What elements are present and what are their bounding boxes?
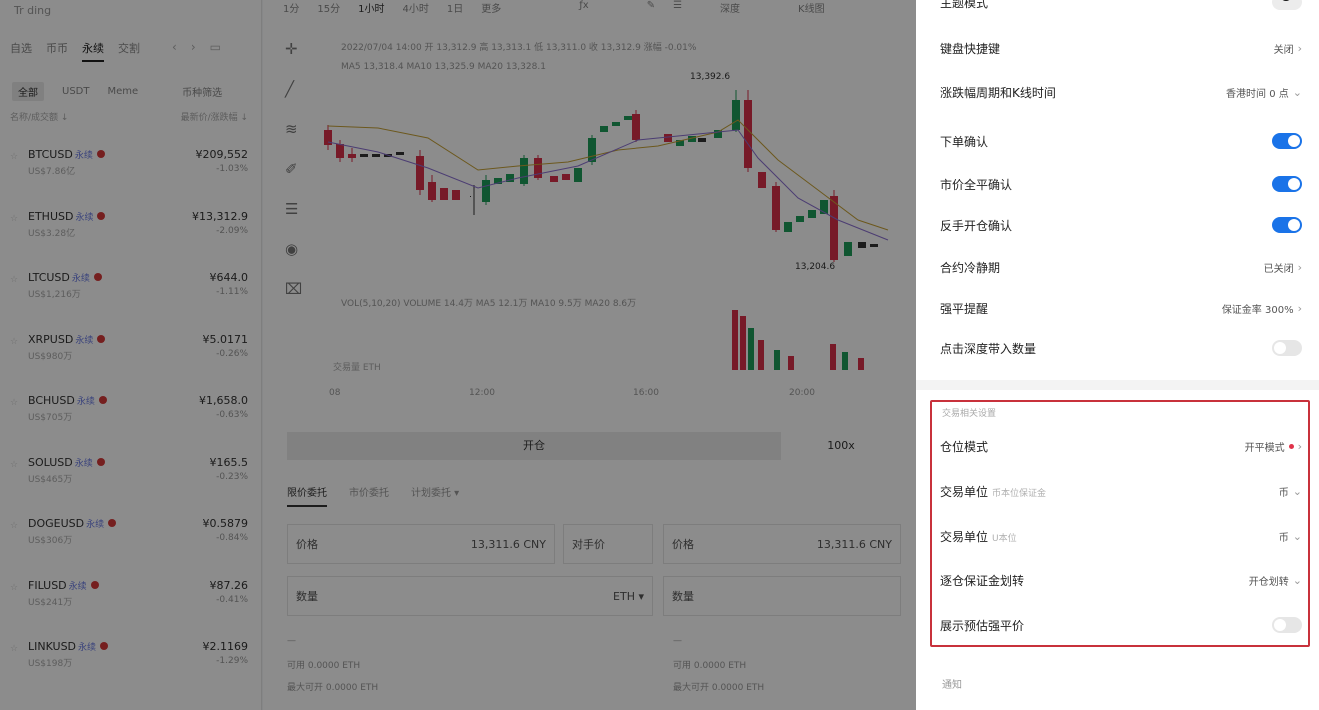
setting-value-text: 香港时间 0 点 <box>1226 88 1289 100</box>
setting-label: 交易单位 <box>940 484 989 499</box>
setting-label-wrap: 交易单位 U本位 <box>940 528 1017 545</box>
setting-label: 强平提醒 <box>940 301 989 316</box>
modal-backdrop[interactable] <box>0 0 916 710</box>
chevron-down-icon: ⌄ <box>1292 529 1302 543</box>
settings-row[interactable]: 合约冷静期 已关闭 › <box>940 247 1302 287</box>
setting-value-text: 保证金率 300% <box>1221 304 1294 316</box>
setting-label: 逐仓保证金划转 <box>940 573 1025 588</box>
setting-label-wrap: 下单确认 <box>940 133 988 150</box>
setting-label-wrap: 键盘快捷键 <box>940 40 1000 57</box>
setting-label: 仓位模式 <box>940 439 989 454</box>
setting-label-wrap: 点击深度带入数量 <box>940 340 1036 357</box>
setting-value[interactable]: 关闭 › <box>1274 41 1302 56</box>
settings-row[interactable]: 逐仓保证金划转 开仓划转 ⌄ <box>940 560 1302 600</box>
settings-row[interactable]: 强平提醒 保证金率 300% › <box>940 288 1302 328</box>
setting-toggle[interactable] <box>1272 617 1302 633</box>
setting-value-text: 关闭 <box>1273 44 1294 56</box>
setting-label: 反手开仓确认 <box>940 218 1013 233</box>
chevron-down-icon: ⌄ <box>1292 573 1302 587</box>
setting-label-wrap: 主题模式 <box>940 0 988 11</box>
setting-label-wrap: 逐仓保证金划转 <box>940 572 1024 589</box>
chevron-down-icon: ⌄ <box>1292 484 1302 498</box>
theme-toggle[interactable] <box>1272 0 1302 10</box>
setting-label: 键盘快捷键 <box>940 41 1001 56</box>
settings-row[interactable]: 交易单位 U本位 币 ⌄ <box>940 516 1302 556</box>
settings-row[interactable]: 展示预估强平价 <box>940 605 1302 645</box>
setting-value-text: 开仓划转 <box>1248 576 1289 588</box>
settings-row[interactable]: 主题模式 <box>940 0 1302 22</box>
settings-row[interactable]: 键盘快捷键 关闭 › <box>940 28 1302 68</box>
setting-label: 合约冷静期 <box>940 260 1001 275</box>
setting-toggle[interactable] <box>1272 340 1302 356</box>
setting-value[interactable]: 香港时间 0 点 ⌄ <box>1226 85 1302 100</box>
setting-value-text: 币 <box>1278 487 1289 499</box>
section-divider <box>916 380 1319 390</box>
chevron-right-icon: › <box>1297 439 1302 453</box>
setting-value[interactable]: 币 ⌄ <box>1279 484 1302 499</box>
settings-drawer: 主题模式 键盘快捷键 关闭 › 涨跌幅周期和K线时间 香港时间 0 点 ⌄ 下单确认 市价全平确… <box>916 0 1319 710</box>
chevron-right-icon: › <box>1297 301 1302 315</box>
setting-hint: 币本位保证金 <box>992 488 1047 499</box>
settings-row[interactable]: 点击深度带入数量 <box>940 328 1302 368</box>
section-title-notifications: 通知 <box>942 680 962 691</box>
setting-label-wrap: 交易单位 币本位保证金 <box>940 483 1046 500</box>
setting-label: 点击深度带入数量 <box>940 341 1037 356</box>
setting-label: 主题模式 <box>940 0 989 10</box>
setting-value[interactable]: 保证金率 300% › <box>1222 301 1302 316</box>
setting-label: 市价全平确认 <box>940 177 1013 192</box>
chevron-down-icon: ⌄ <box>1292 85 1302 99</box>
settings-row[interactable]: 反手开仓确认 <box>940 205 1302 245</box>
setting-value-text: 已关闭 <box>1263 263 1294 275</box>
setting-label-wrap: 仓位模式 <box>940 438 988 455</box>
chevron-right-icon: › <box>1297 41 1302 55</box>
setting-value[interactable]: 已关闭 › <box>1264 260 1302 275</box>
setting-label: 展示预估强平价 <box>940 618 1025 633</box>
setting-toggle[interactable] <box>1272 217 1302 233</box>
setting-value-text: 币 <box>1278 532 1289 544</box>
setting-label-wrap: 反手开仓确认 <box>940 217 1012 234</box>
setting-value[interactable]: 币 ⌄ <box>1279 529 1302 544</box>
setting-toggle[interactable] <box>1272 176 1302 192</box>
setting-label: 涨跌幅周期和K线时间 <box>940 85 1056 100</box>
setting-label: 交易单位 <box>940 529 989 544</box>
setting-toggle[interactable] <box>1272 133 1302 149</box>
settings-row[interactable]: 市价全平确认 <box>940 164 1302 204</box>
section-title-trading: 交易相关设置 <box>942 409 997 419</box>
settings-row[interactable]: 交易单位 币本位保证金 币 ⌄ <box>940 471 1302 511</box>
chevron-right-icon: › <box>1297 260 1302 274</box>
setting-label-wrap: 合约冷静期 <box>940 259 1000 276</box>
notification-dot-icon <box>1288 443 1294 449</box>
setting-label: 下单确认 <box>940 134 989 149</box>
setting-value[interactable]: 开平模式 › <box>1245 439 1302 454</box>
setting-label-wrap: 强平提醒 <box>940 300 988 317</box>
setting-label-wrap: 涨跌幅周期和K线时间 <box>940 84 1056 101</box>
setting-label-wrap: 市价全平确认 <box>940 176 1012 193</box>
settings-row[interactable]: 下单确认 <box>940 121 1302 161</box>
setting-hint: U本位 <box>992 533 1017 544</box>
settings-row[interactable]: 仓位模式 开平模式 › <box>940 426 1302 466</box>
trading-app: Tr ding 自选 币币 永续 交割 ‹ › ▭ 全部 USDT Meme 币… <box>0 0 916 710</box>
setting-label-wrap: 展示预估强平价 <box>940 617 1024 634</box>
settings-row[interactable]: 涨跌幅周期和K线时间 香港时间 0 点 ⌄ <box>940 72 1302 112</box>
setting-value[interactable]: 开仓划转 ⌄ <box>1249 573 1302 588</box>
setting-value-text: 开平模式 <box>1244 442 1285 454</box>
